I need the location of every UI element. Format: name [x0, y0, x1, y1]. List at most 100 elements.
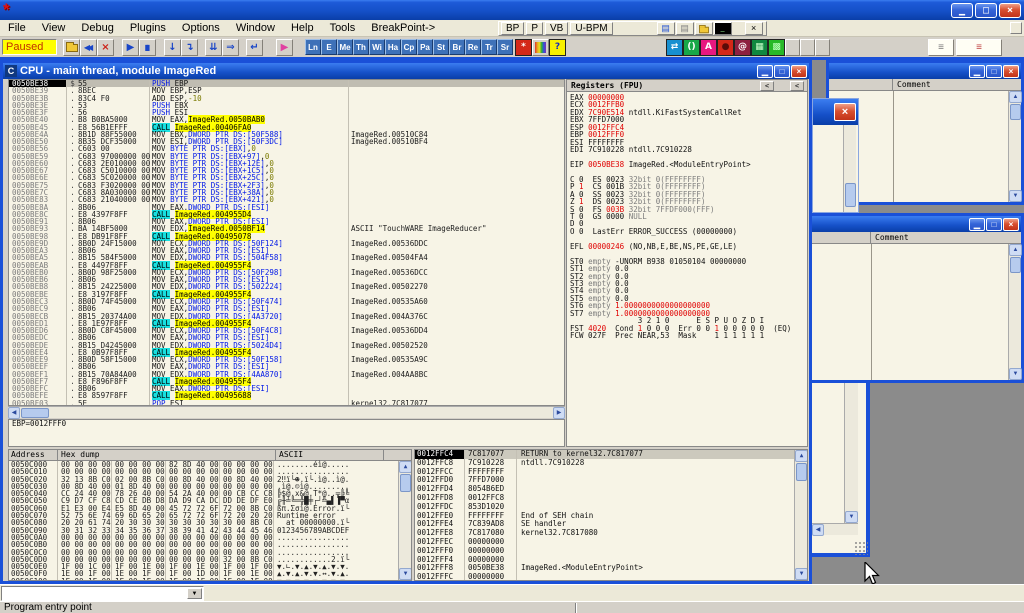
run-button[interactable]: ▶ — [122, 39, 139, 56]
scroll-right-icon[interactable]: ▶ — [553, 407, 565, 419]
restore-button[interactable]: □ — [975, 3, 997, 18]
dropdown-arrow-icon[interactable]: ▼ — [187, 588, 202, 599]
restart-button[interactable]: ◀◀ — [80, 39, 97, 56]
disassembly-hscrollbar[interactable]: ◀ ▶ — [8, 406, 565, 418]
panel-b-minimize-button[interactable]: ▁ — [969, 218, 985, 231]
cpu-close-button[interactable]: × — [791, 65, 807, 78]
window-button-wi[interactable]: Wi — [369, 39, 385, 55]
dump-header-hex[interactable]: Hex dump — [58, 450, 276, 460]
window-button-e[interactable]: E — [321, 39, 337, 55]
menu-file[interactable]: File — [0, 22, 34, 34]
panel-d-hscrollbar[interactable]: ◀ — [812, 523, 858, 535]
panel-a-maximize-button[interactable]: □ — [986, 65, 1002, 78]
register-line[interactable]: T 0 GS 0000 NULL — [567, 213, 807, 220]
scroll-up-icon[interactable]: ▲ — [1009, 91, 1022, 103]
window-button-th[interactable]: Th — [353, 39, 369, 55]
doc-gray-icon[interactable]: ▤ — [676, 22, 694, 35]
disasm-row[interactable]: 0050BE3B.83C4 F0ADD ESP,-10 — [9, 95, 564, 102]
panel-a-comment-header[interactable]: Comment — [893, 79, 931, 90]
panel-a-titlebar[interactable]: ▁ □ × — [829, 63, 1021, 79]
window-button-br[interactable]: Br — [449, 39, 465, 55]
panel-b-titlebar[interactable]: ▁ □ × — [811, 216, 1021, 232]
step-into-button[interactable]: ↓ — [164, 39, 181, 56]
register-line[interactable]: FCW 027F Prec NEAR,53 Mask 1 1 1 1 1 1 — [567, 332, 807, 339]
menu-plugins[interactable]: Plugins — [122, 22, 174, 34]
doc-blue-icon[interactable]: ▤ — [657, 22, 675, 35]
menu-window[interactable]: Window — [228, 22, 283, 34]
bp-button-vb[interactable]: VB — [545, 22, 568, 35]
table-button[interactable]: ▦ — [751, 39, 768, 56]
help-button[interactable]: ? — [549, 39, 566, 56]
console-button[interactable]: _ — [714, 22, 732, 35]
panel-a-minimize-button[interactable]: ▁ — [969, 65, 985, 78]
close-button[interactable]: × — [999, 3, 1021, 18]
minimize-button[interactable]: ▁ — [951, 3, 973, 18]
menu-help[interactable]: Help — [283, 22, 322, 34]
dump-row[interactable]: 0050C1001F 00 1F 001F 00 1F 001F 00 1F 0… — [9, 578, 411, 581]
pause-button[interactable]: ▮▮ — [139, 39, 156, 56]
panel-b-col1-header[interactable] — [811, 232, 871, 243]
panel-a-close-button[interactable]: × — [1003, 65, 1019, 78]
scroll-up-icon[interactable]: ▲ — [795, 450, 808, 462]
register-line[interactable]: EIP 0050BE38 ImageRed.<ModuleEntryPoint> — [567, 161, 807, 168]
scroll-down-icon[interactable]: ▼ — [795, 568, 808, 580]
step-over-button[interactable]: ↴ — [181, 39, 198, 56]
disassembly-pane[interactable]: 0050BE38$55PUSH EBP0050BE39.8BECMOV EBP,… — [8, 79, 565, 406]
panel-a-col1-header[interactable] — [829, 79, 893, 90]
toolbar-blank-button[interactable] — [800, 39, 815, 56]
list-view-button-2[interactable]: ≡ — [956, 39, 1002, 56]
cpu-maximize-button[interactable]: □ — [774, 65, 790, 78]
toolbar-blank-button[interactable] — [785, 39, 800, 56]
menu-end-button[interactable] — [1010, 22, 1022, 34]
animate-into-button[interactable]: ⇊ — [205, 39, 222, 56]
register-line[interactable]: O 0 LastErr ERROR_SUCCESS (00000000) — [567, 228, 807, 235]
panel-d-scrollbar[interactable] — [843, 125, 856, 212]
window-button-pa[interactable]: Pa — [417, 39, 433, 55]
window-button-tr[interactable]: Tr — [481, 39, 497, 55]
execute-return-button[interactable]: ↵ — [246, 39, 263, 56]
scroll-up-icon[interactable]: ▲ — [399, 461, 412, 473]
dump-scrollbar[interactable]: ▲ ▼ — [398, 461, 411, 580]
scroll-up-icon[interactable]: ▲ — [1009, 244, 1022, 256]
close-program-button[interactable]: × — [97, 39, 114, 56]
menu-debug[interactable]: Debug — [73, 22, 121, 34]
target-button[interactable]: ● — [717, 39, 734, 56]
spiral-button[interactable]: @ — [734, 39, 751, 56]
grid-button[interactable]: ▩ — [768, 39, 785, 56]
window-button-cp[interactable]: Cp — [401, 39, 417, 55]
stack-scrollbar[interactable]: ▲ ▼ — [794, 450, 807, 580]
appearance-button[interactable] — [532, 39, 549, 56]
cpu-minimize-button[interactable]: ▁ — [757, 65, 773, 78]
panel-b-close-button[interactable]: × — [1003, 218, 1019, 231]
window-button-sr[interactable]: Sr — [497, 39, 513, 55]
scroll-down-icon[interactable]: ▼ — [399, 568, 412, 580]
window-button-st[interactable]: St — [433, 39, 449, 55]
stack-pane[interactable]: 0012FFC47C817077RETURN to kernel32.7C817… — [414, 449, 808, 581]
goto-button[interactable]: ▶ — [276, 39, 293, 56]
disasm-row[interactable]: 0050BEFE.E8 8597F8FFCALL ImageRed.004956… — [9, 392, 564, 399]
cpu-titlebar[interactable]: C CPU - main thread, module ImageRed ▁ □… — [3, 63, 809, 79]
scroll-left-icon[interactable]: ◀ — [812, 524, 824, 536]
window-button-ha[interactable]: Ha — [385, 39, 401, 55]
toolbar-blank-button[interactable] — [815, 39, 830, 56]
animate-over-button[interactable]: ⇒ — [222, 39, 239, 56]
panel-b-maximize-button[interactable]: □ — [986, 218, 1002, 231]
panel-d-scrollbar-lower[interactable]: ▼ — [844, 383, 858, 523]
dump-header-address[interactable]: Address — [9, 450, 58, 460]
registers-pane[interactable]: Registers (FPU) < < EAX 00000000ECX 0012… — [566, 79, 808, 447]
window-button-re[interactable]: Re — [465, 39, 481, 55]
panel-collapse-icon[interactable]: < — [790, 81, 804, 91]
menu-view[interactable]: View — [34, 22, 74, 34]
panel-d-close-button[interactable]: × — [834, 103, 856, 121]
panel-b-scrollbar[interactable]: ▲ ▼ — [1008, 244, 1021, 380]
scroll-down-icon[interactable]: ▼ — [845, 511, 858, 523]
brackets-button[interactable]: () — [683, 39, 700, 56]
dump-pane[interactable]: Address Hex dump ASCII 0050C00000 00 00 … — [8, 449, 412, 581]
command-combobox[interactable]: ▼ — [1, 586, 204, 601]
group-close-button[interactable]: × — [745, 22, 763, 35]
menu-options[interactable]: Options — [174, 22, 228, 34]
menu-tools[interactable]: Tools — [322, 22, 364, 34]
stack-row[interactable]: 0012FFFC00000000 — [415, 573, 807, 581]
register-line[interactable]: EDI 7C910228 ntdll.7C910228 — [567, 146, 807, 153]
disasm-row[interactable]: 0050BE3E.53PUSH EBX — [9, 102, 564, 109]
